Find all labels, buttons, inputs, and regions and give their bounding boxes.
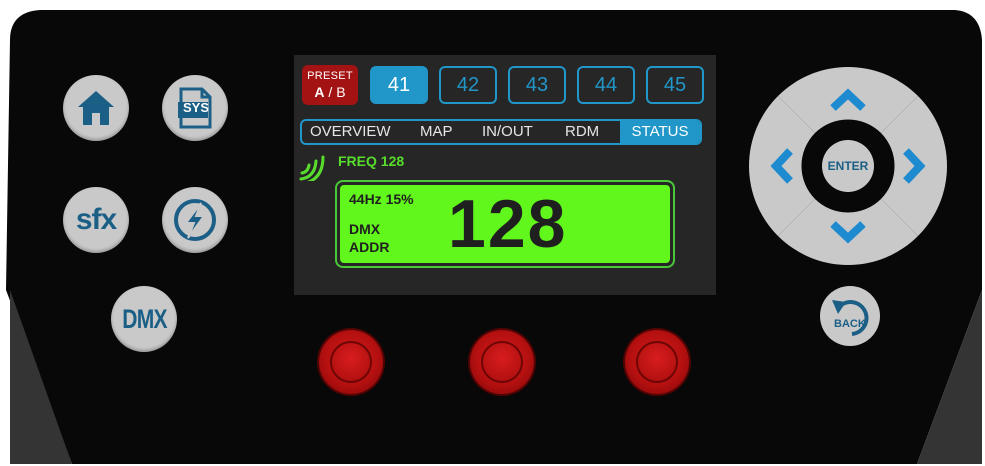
sfx-label: sfx — [75, 203, 117, 236]
preset-title: PRESET — [307, 70, 353, 82]
lcd-dmx-label: DMX — [349, 221, 381, 237]
tab-map[interactable]: MAP — [420, 121, 453, 143]
encoder-knob-3[interactable] — [625, 330, 689, 394]
home-icon — [78, 91, 114, 125]
lightning-icon — [174, 199, 216, 241]
sfx-button[interactable]: sfx — [63, 187, 129, 253]
dmx-button[interactable]: DMX — [111, 286, 177, 352]
back-arrow-icon — [832, 300, 869, 336]
dmx-label: DMX — [121, 303, 167, 334]
wireless-signal-icon — [299, 155, 325, 181]
preset-tab-42[interactable]: 42 — [439, 66, 497, 104]
preset-b: B — [336, 84, 346, 100]
preset-tab-41[interactable]: 41 — [370, 66, 428, 104]
tab-rdm[interactable]: RDM — [565, 121, 599, 143]
back-label: BACK — [834, 318, 866, 330]
sys-button[interactable]: SYS — [162, 75, 228, 141]
preset-ab: A / B — [302, 85, 358, 99]
preset-a: A — [314, 84, 325, 100]
display-screen: PRESET A / B 41 42 43 44 45 OVERVIEW MAP… — [294, 55, 716, 295]
preset-tab-45[interactable]: 45 — [646, 66, 704, 104]
preset-tab-43[interactable]: 43 — [508, 66, 566, 104]
preset-sep: / — [324, 84, 337, 100]
lcd-addr-label: ADDR — [349, 239, 390, 255]
home-button[interactable] — [63, 75, 129, 141]
sys-label: SYS — [183, 100, 210, 115]
encoder-knob-2[interactable] — [470, 330, 534, 394]
lcd-panel: 44Hz 15% DMX ADDR 128 — [340, 185, 670, 263]
preset-button[interactable]: PRESET A / B — [302, 65, 358, 105]
encoder-knob-1[interactable] — [319, 330, 383, 394]
preset-tab-44[interactable]: 44 — [577, 66, 635, 104]
lcd-freq-level: 44Hz 15% — [349, 191, 414, 207]
tab-status[interactable]: STATUS — [620, 121, 700, 143]
tab-overview[interactable]: OVERVIEW — [310, 121, 391, 143]
lcd-display: 44Hz 15% DMX ADDR 128 — [335, 180, 675, 268]
flash-button[interactable] — [162, 187, 228, 253]
freq-label: FREQ 128 — [338, 153, 405, 169]
nav-tab-bar: OVERVIEW MAP IN/OUT RDM STATUS — [300, 119, 702, 145]
tab-in-out[interactable]: IN/OUT — [482, 121, 533, 143]
enter-button[interactable]: ENTER — [822, 140, 874, 192]
lcd-value: 128 — [448, 186, 568, 262]
back-button[interactable]: BACK — [820, 286, 880, 346]
